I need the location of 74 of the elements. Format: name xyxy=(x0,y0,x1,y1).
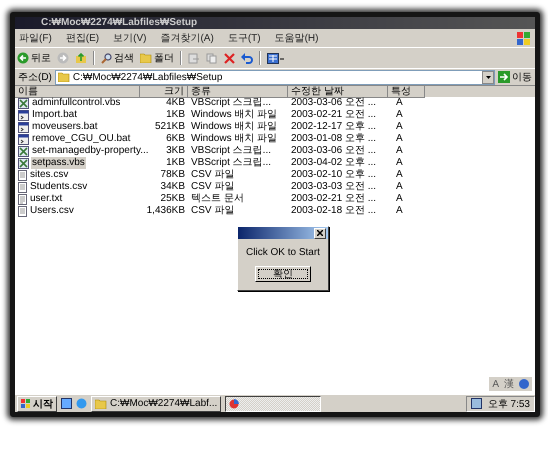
column-header[interactable]: 수정한 날짜 xyxy=(288,86,388,98)
menu-item[interactable]: 파일(F) xyxy=(19,31,52,45)
file-name[interactable]: adminfullcontrol.vbs xyxy=(31,97,122,109)
file-type: VBScript 스크립... xyxy=(190,157,272,169)
clock: 오후 7:53 xyxy=(488,398,530,410)
column-header[interactable]: 특성 xyxy=(388,86,425,98)
file-attributes: A xyxy=(395,145,404,157)
file-attributes: A xyxy=(395,133,404,145)
menu-item[interactable]: 도움말(H) xyxy=(274,31,318,45)
language-button[interactable]: 漢 xyxy=(504,377,514,391)
menu-item[interactable]: 편집(E) xyxy=(66,31,100,45)
file-size: 6KB xyxy=(165,133,186,145)
file-type: VBScript 스크립... xyxy=(190,145,272,157)
file-name[interactable]: moveusers.bat xyxy=(31,121,99,133)
file-name[interactable]: Import.bat xyxy=(31,109,78,121)
taskbar-button[interactable]: C:₩Moc₩2274₩Labf... xyxy=(91,396,222,412)
column-header[interactable]: 종류 xyxy=(188,86,288,98)
file-name[interactable]: set-managedby-property... xyxy=(31,145,150,157)
file-name[interactable]: sites.csv xyxy=(29,169,70,181)
file-name[interactable]: Users.csv xyxy=(29,205,75,217)
file-attributes: A xyxy=(395,121,404,133)
file-attributes: A xyxy=(395,193,404,205)
address-field[interactable]: C:₩Moc₩2274₩Labfiles₩Setup xyxy=(54,70,495,84)
file-attributes: A xyxy=(395,157,404,169)
language-button[interactable]: A xyxy=(492,378,499,390)
search-button[interactable]: 검색 xyxy=(101,51,134,65)
file-attributes: A xyxy=(395,97,404,109)
file-date: 2003-02-10 오후 ... xyxy=(290,169,378,181)
file-size: 78KB xyxy=(160,169,186,181)
file-date: 2003-04-02 오후 ... xyxy=(290,157,378,169)
back-button[interactable]: 뒤로 xyxy=(17,51,51,65)
dialog-message: Click OK to Start xyxy=(245,246,321,260)
file-size: 1KB xyxy=(165,109,186,121)
menu-item[interactable]: 즐겨찾기(A) xyxy=(160,31,214,45)
file-type: Windows 배치 파일 xyxy=(190,121,278,133)
file-date: 2003-01-08 오후 ... xyxy=(290,133,378,145)
file-attributes: A xyxy=(395,181,404,193)
folders-button[interactable]: 폴더 xyxy=(140,51,174,65)
file-date: 2003-02-21 오전 ... xyxy=(290,193,378,205)
file-size: 25KB xyxy=(160,193,186,205)
file-date: 2003-02-21 오전 ... xyxy=(290,109,378,121)
start-button[interactable]: 시작 xyxy=(17,396,57,412)
ok-button[interactable]: 확인 xyxy=(255,266,311,282)
file-type: Windows 배치 파일 xyxy=(190,109,278,121)
file-size: 521KB xyxy=(154,121,186,133)
file-size: 1,436KB xyxy=(146,205,186,217)
file-type: CSV 파일 xyxy=(190,181,236,193)
menu-item[interactable]: 보기(V) xyxy=(113,31,146,45)
file-size: 1KB xyxy=(165,157,186,169)
file-type: 텍스트 문서 xyxy=(190,193,245,205)
go-button[interactable]: 이동 xyxy=(498,70,532,84)
file-date: 2003-03-06 오전 ... xyxy=(290,97,378,109)
file-date: 2003-03-06 오전 ... xyxy=(290,145,378,157)
address-label: 주소(D) xyxy=(18,71,52,84)
file-attributes: A xyxy=(395,205,404,217)
file-size: 4KB xyxy=(165,97,186,109)
column-header[interactable]: 크기 xyxy=(140,86,188,98)
file-type: Windows 배치 파일 xyxy=(190,133,278,145)
file-date: 2002-12-17 오후 ... xyxy=(290,121,378,133)
file-attributes: A xyxy=(395,109,404,121)
column-header[interactable]: 이름 xyxy=(15,86,140,98)
file-size: 34KB xyxy=(160,181,186,193)
file-date: 2003-02-18 오전 ... xyxy=(290,205,378,217)
file-attributes: A xyxy=(395,169,404,181)
file-name[interactable]: remove_CGU_OU.bat xyxy=(31,133,132,145)
file-date: 2003-03-03 오전 ... xyxy=(290,181,378,193)
menu-item[interactable]: 도구(T) xyxy=(228,31,261,45)
window-title: C:₩Moc₩2274₩Labfiles₩Setup xyxy=(41,17,198,29)
file-type: CSV 파일 xyxy=(190,169,236,181)
file-name[interactable]: user.txt xyxy=(29,193,64,205)
file-name[interactable]: setpass.vbs xyxy=(31,157,86,169)
file-name[interactable]: Students.csv xyxy=(29,181,88,193)
file-type: CSV 파일 xyxy=(190,205,236,217)
file-type: VBScript 스크립... xyxy=(190,97,272,109)
